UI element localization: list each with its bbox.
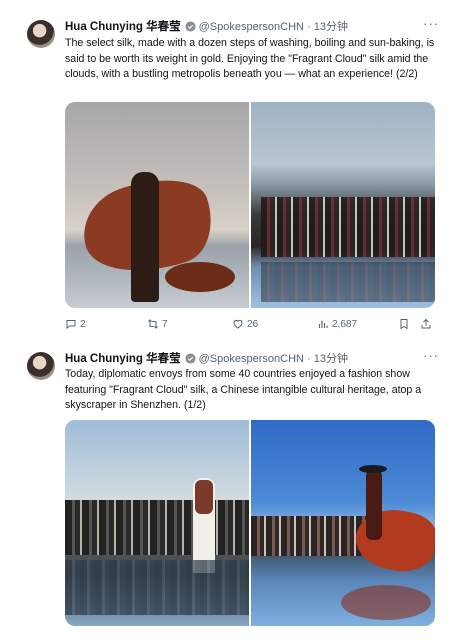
tweet-media[interactable] xyxy=(65,102,435,308)
views-count: 2,687 xyxy=(332,318,358,330)
reply-count: 2 xyxy=(80,318,86,330)
retweet-button[interactable]: 7 xyxy=(147,318,168,330)
reply-icon xyxy=(66,320,76,330)
tweet-header: Hua Chunying 华春莹 @SpokespersonCHN · 13分钟… xyxy=(65,16,439,34)
reply-button[interactable]: 2 xyxy=(65,318,86,330)
tweet-text: Today, diplomatic envoys from some 40 co… xyxy=(65,368,422,411)
retweet-count: 7 xyxy=(162,318,168,330)
photo-silk-dancer[interactable] xyxy=(65,102,249,308)
verified-badge-icon xyxy=(185,352,196,364)
views-button[interactable]: 2,687 xyxy=(317,318,357,330)
tweet-actions: 2 7 26 2,687 xyxy=(65,318,437,332)
author-name[interactable]: Hua Chunying 华春莹 xyxy=(65,18,181,34)
photo-runway-model[interactable] xyxy=(65,420,249,626)
verified-badge-icon xyxy=(185,20,196,32)
more-icon[interactable]: ··· xyxy=(423,16,439,31)
retweet-icon xyxy=(148,319,158,329)
author-handle[interactable]: @SpokespersonCHN · 13分钟 xyxy=(199,350,348,366)
tweet-media[interactable] xyxy=(65,420,435,626)
tweet-text: The select silk, made with a dozen steps… xyxy=(65,37,435,80)
like-button[interactable]: 26 xyxy=(232,318,258,330)
avatar[interactable] xyxy=(27,352,55,380)
tweet-header: Hua Chunying 华春莹 @SpokespersonCHN · 13分钟… xyxy=(65,348,439,366)
photo-red-silk-dancer[interactable] xyxy=(251,420,435,626)
bookmark-icon xyxy=(400,319,408,330)
tweet-2[interactable]: Hua Chunying 华春莹 @SpokespersonCHN · 13分钟… xyxy=(0,340,459,643)
views-icon xyxy=(318,320,328,328)
like-count: 26 xyxy=(247,318,259,330)
share-button[interactable] xyxy=(420,318,432,330)
tweet-1[interactable]: Hua Chunying 华春莹 @SpokespersonCHN · 13分钟… xyxy=(0,0,459,340)
photo-rooftop-crowd[interactable] xyxy=(251,102,435,308)
share-icon xyxy=(421,318,431,329)
like-icon xyxy=(233,319,243,329)
avatar[interactable] xyxy=(27,20,55,48)
author-handle[interactable]: @SpokespersonCHN · 13分钟 xyxy=(199,18,348,34)
bookmark-button[interactable] xyxy=(398,318,410,330)
author-name[interactable]: Hua Chunying 华春莹 xyxy=(65,350,181,366)
more-icon[interactable]: ··· xyxy=(423,348,439,363)
